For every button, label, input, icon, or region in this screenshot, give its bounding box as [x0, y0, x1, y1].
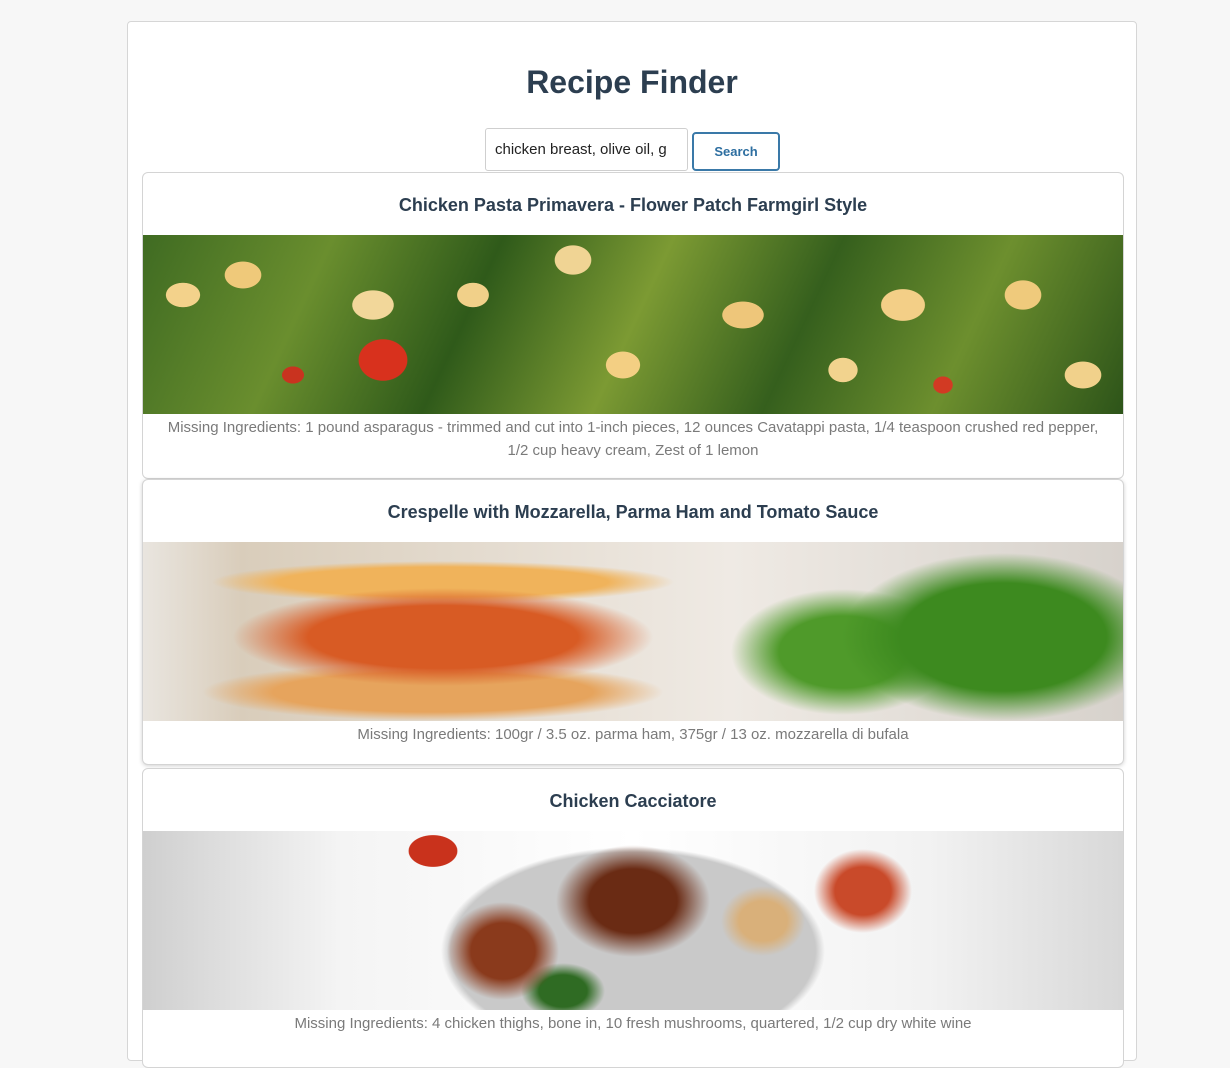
- missing-ingredients: Missing Ingredients: 100gr / 3.5 oz. par…: [357, 726, 909, 743]
- recipe-card[interactable]: Chicken Pasta Primavera - Flower Patch F…: [142, 172, 1124, 479]
- recipe-image: [143, 831, 1123, 1010]
- recipe-card[interactable]: Crespelle with Mozzarella, Parma Ham and…: [142, 479, 1124, 765]
- recipe-image: [143, 235, 1123, 414]
- missing-ingredients: Missing Ingredients: 4 chicken thighs, b…: [294, 1015, 972, 1032]
- recipe-image: [143, 542, 1123, 721]
- recipe-title: Chicken Pasta Primavera - Flower Patch F…: [398, 195, 868, 215]
- recipe-finder-app: Recipe Finder Search Chicken Pasta Prima…: [127, 21, 1137, 1068]
- search-button[interactable]: Search: [692, 132, 780, 171]
- recipe-card[interactable]: Chicken Cacciatore Missing Ingredients: …: [142, 768, 1124, 1068]
- missing-ingredients: Missing Ingredients: 1 pound asparagus -…: [167, 419, 1099, 459]
- recipe-title: Crespelle with Mozzarella, Parma Ham and…: [387, 502, 879, 522]
- page-title: Recipe Finder: [526, 64, 738, 100]
- ingredients-search-input[interactable]: [485, 128, 688, 171]
- recipe-title: Chicken Cacciatore: [549, 791, 717, 811]
